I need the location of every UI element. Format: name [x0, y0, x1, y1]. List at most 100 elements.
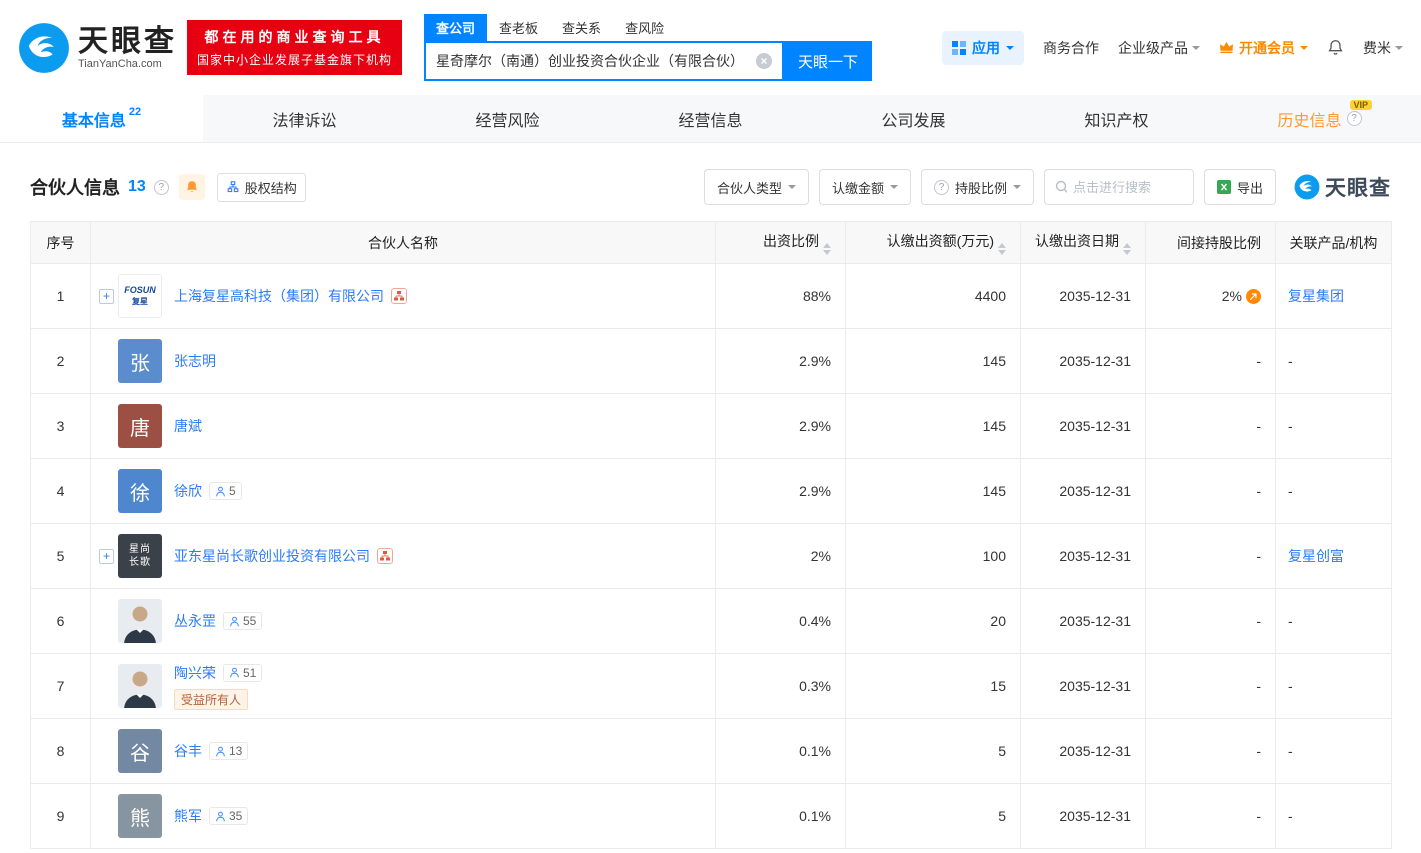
column-header-3[interactable]: 认缴出资额(万元) — [845, 221, 1021, 264]
filter-dropdown-1[interactable]: 认缴金额 — [818, 169, 911, 205]
chevron-down-icon — [787, 185, 796, 193]
subscribe-bell-button[interactable] — [178, 174, 205, 200]
partner-name-line: 陶兴荣 51 — [174, 663, 263, 683]
partner-name-link[interactable]: 徐欣 — [174, 481, 202, 501]
table-search-input[interactable] — [1073, 179, 1183, 195]
sort-icon[interactable] — [998, 242, 1006, 255]
nav-tab-0[interactable]: 基本信息 22 — [0, 95, 203, 142]
expand-button[interactable]: + — [99, 288, 114, 304]
help-icon[interactable]: ? — [153, 179, 169, 195]
nav-tab-2[interactable]: 经营风险 — [406, 95, 609, 142]
search-tab-3[interactable]: 查风险 — [613, 14, 676, 41]
nav-tab-3[interactable]: 经营信息 — [609, 95, 812, 142]
apps-menu-button[interactable]: 应用 — [942, 30, 1024, 65]
tianyancha-logo[interactable]: 天眼查 TianYanCha.com — [18, 22, 177, 74]
partner-count-pill[interactable]: 13 — [209, 742, 249, 760]
indirect-ratio-value: - — [1256, 548, 1261, 564]
partner-name-link[interactable]: 陶兴荣 — [174, 663, 216, 683]
indirect-ratio-wrap: - — [1256, 418, 1261, 434]
person-icon — [215, 746, 226, 757]
open-vip-link[interactable]: 开通会员 — [1219, 38, 1308, 58]
equity-chart-icon[interactable] — [377, 548, 393, 564]
expand-button[interactable]: + — [99, 548, 114, 564]
column-header-2[interactable]: 出资比例 — [715, 221, 846, 264]
partner-count-pill[interactable]: 5 — [209, 482, 242, 500]
grid-icon — [952, 40, 966, 55]
partner-name-link[interactable]: 熊军 — [174, 806, 202, 826]
search-tab-2[interactable]: 查关系 — [550, 14, 613, 41]
partner-name-cell: 张张志明 — [90, 328, 716, 394]
partner-name-link[interactable]: 丛永罡 — [174, 611, 216, 631]
bell-icon — [186, 181, 197, 193]
nav-tab-6[interactable]: 历史信息? VIP — [1218, 95, 1421, 142]
sort-icon[interactable] — [823, 242, 831, 255]
partner-name-link[interactable]: 唐斌 — [174, 416, 202, 436]
search-input[interactable] — [436, 53, 757, 69]
equity-chart-icon[interactable] — [391, 288, 407, 304]
user-menu[interactable]: 费米 — [1363, 38, 1403, 58]
subscribed-amount-cell: 145 — [845, 458, 1021, 524]
person-icon — [215, 811, 226, 822]
nav-tab-1[interactable]: 法律诉讼 — [203, 95, 406, 142]
equity-structure-button[interactable]: 股权结构 — [216, 172, 306, 202]
partner-name-cell: 谷谷丰 13 — [90, 718, 716, 784]
column-header-5: 间接持股比例 — [1145, 221, 1276, 264]
table-search-box[interactable] — [1043, 169, 1194, 205]
partner-name-line: 徐欣 5 — [174, 481, 242, 501]
partner-avatar: 熊 — [118, 794, 162, 838]
help-icon[interactable]: ? — [933, 179, 949, 195]
search-tab-1[interactable]: 查老板 — [487, 14, 550, 41]
nav-tab-5[interactable]: 知识产权 — [1015, 95, 1218, 142]
enterprise-products-label: 企业级产品 — [1118, 39, 1188, 56]
nav-tab-4[interactable]: 公司发展 — [812, 95, 1015, 142]
export-button[interactable]: 导出 — [1203, 169, 1276, 205]
partner-count-pill[interactable]: 35 — [209, 807, 249, 825]
chevron-down-icon — [1012, 185, 1021, 193]
related-product-link[interactable]: 复星集团 — [1288, 288, 1344, 304]
partner-name-link[interactable]: 张志明 — [174, 351, 216, 371]
subscribed-amount-cell: 15 — [845, 653, 1021, 719]
help-icon[interactable]: ? — [1346, 111, 1362, 126]
partner-name-link[interactable]: 上海复星高科技（集团）有限公司 — [174, 286, 384, 306]
chevron-down-icon — [1300, 45, 1308, 54]
indirect-ratio-wrap: - — [1256, 808, 1261, 824]
indirect-ratio-value: - — [1256, 678, 1261, 694]
partner-avatar: 徐 — [118, 469, 162, 513]
filter-dropdown-0[interactable]: 合伙人类型 — [703, 169, 809, 205]
row-index: 3 — [30, 393, 91, 459]
related-product-link[interactable]: 复星创富 — [1288, 548, 1344, 564]
capital-ratio-cell: 2% — [715, 523, 846, 589]
nav-tab-count: 22 — [128, 106, 142, 118]
partner-name-link[interactable]: 亚东星尚长歌创业投资有限公司 — [174, 546, 370, 566]
partner-count-pill[interactable]: 55 — [223, 612, 263, 630]
filter-label: 认缴金额 — [831, 180, 884, 196]
subscribed-date-cell: 2035-12-31 — [1020, 588, 1146, 654]
username: 费米 — [1363, 39, 1391, 56]
row-index: 5 — [30, 523, 91, 589]
indirect-ratio-cell: - — [1145, 718, 1276, 784]
partner-count-pill[interactable]: 51 — [223, 663, 263, 682]
nav-tab-label: 知识产权 — [1084, 112, 1149, 130]
subscribed-date-cell: 2035-12-31 — [1020, 783, 1146, 849]
enterprise-products-link[interactable]: 企业级产品 — [1118, 38, 1200, 58]
notification-bell-icon[interactable] — [1327, 39, 1344, 56]
partner-name-block: 谷丰 13 — [174, 741, 249, 761]
search-tab-0[interactable]: 查公司 — [424, 14, 488, 41]
capital-ratio-cell: 0.4% — [715, 588, 846, 654]
sort-up-arrow — [823, 242, 831, 248]
filter-dropdown-2[interactable]: ? 持股比例 — [920, 169, 1034, 205]
partner-name-link[interactable]: 谷丰 — [174, 741, 202, 761]
capital-ratio-cell: 2.9% — [715, 328, 846, 394]
search-button[interactable]: 天眼一下 — [784, 41, 873, 81]
name-wrap: + 星尚 长歌 亚东星尚长歌创业投资有限公司 — [99, 534, 707, 578]
related-product-cell: 复星创富 — [1275, 523, 1392, 589]
name-wrap: 张张志明 — [99, 339, 707, 383]
subscribed-date-cell: 2035-12-31 — [1020, 523, 1146, 589]
row-index: 6 — [30, 588, 91, 654]
column-header-4[interactable]: 认缴出资日期 — [1020, 221, 1146, 264]
beneficial-owner-badge: 受益所有人 — [174, 688, 249, 710]
clear-search-icon[interactable] — [756, 53, 773, 69]
sort-icon[interactable] — [1123, 242, 1131, 255]
penetration-icon[interactable] — [1246, 288, 1261, 304]
business-cooperation-link[interactable]: 商务合作 — [1043, 38, 1099, 58]
